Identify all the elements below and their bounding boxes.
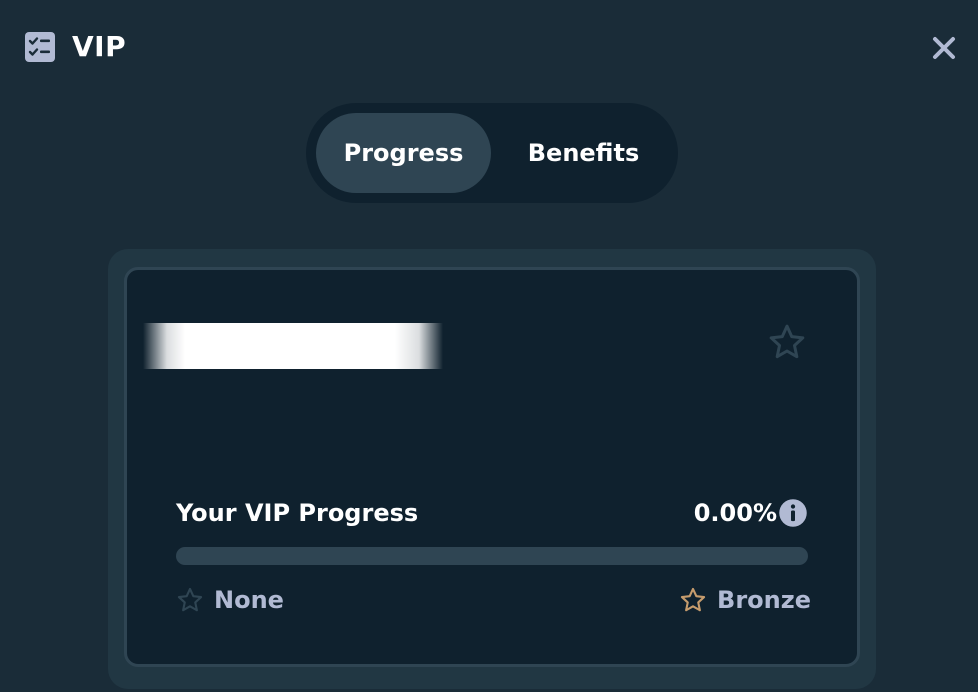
next-tier-label: Bronze bbox=[717, 586, 811, 614]
current-tier-label: None bbox=[214, 586, 284, 614]
vip-progress-bar bbox=[176, 547, 808, 565]
info-icon[interactable] bbox=[778, 498, 808, 528]
tab-switcher: Progress Benefits bbox=[306, 103, 678, 203]
bronze-star-icon bbox=[680, 587, 706, 612]
star-outline-icon bbox=[177, 587, 203, 612]
modal-header: VIP bbox=[0, 0, 978, 96]
star-outline-icon bbox=[769, 324, 805, 359]
tab-benefits[interactable]: Benefits bbox=[496, 113, 671, 193]
close-button[interactable] bbox=[926, 30, 962, 66]
current-tier: None bbox=[176, 583, 284, 617]
vip-card: Your VIP Progress 0.00% None Bronze bbox=[124, 267, 860, 667]
vip-progress-label: Your VIP Progress bbox=[176, 499, 419, 527]
modal-title: VIP bbox=[72, 30, 127, 63]
username-redacted bbox=[143, 323, 443, 369]
checklist-icon bbox=[25, 32, 55, 62]
vip-progress-value: 0.00% bbox=[693, 499, 777, 527]
close-icon bbox=[933, 37, 955, 59]
next-tier: Bronze bbox=[679, 583, 811, 617]
tab-progress[interactable]: Progress bbox=[316, 113, 491, 193]
